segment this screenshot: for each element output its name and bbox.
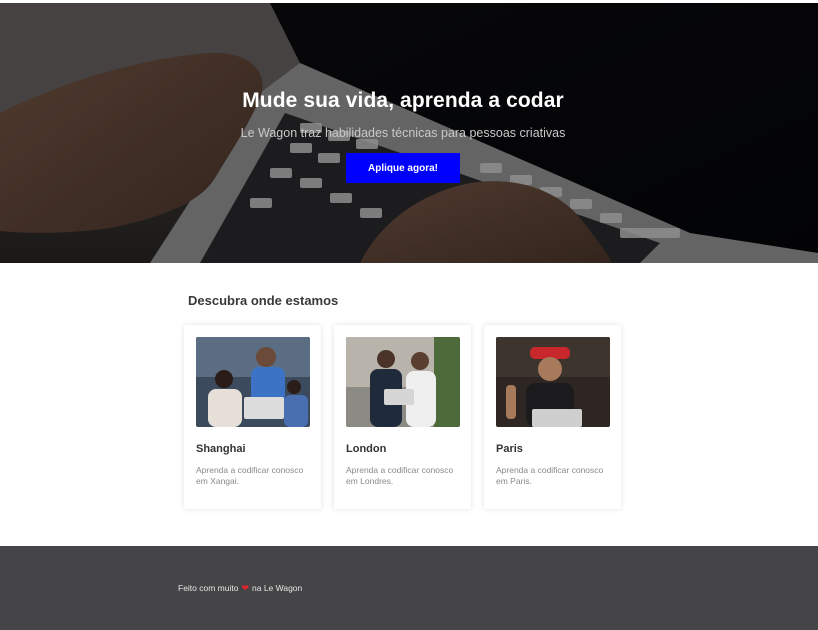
heart-icon: ❤ bbox=[241, 583, 250, 593]
apply-now-button[interactable]: Aplique agora! bbox=[346, 153, 460, 183]
location-card-shanghai[interactable]: Shanghai Aprenda a codificar conosco em … bbox=[184, 325, 321, 509]
footer-credit: Feito com muito ❤ na Le Wagon bbox=[178, 583, 302, 594]
card-description: Aprenda a codificar conosco em Xangai. bbox=[196, 465, 304, 486]
footer-prefix: Feito com muito bbox=[178, 583, 239, 593]
paris-photo bbox=[496, 337, 610, 427]
card-city: Paris bbox=[496, 443, 523, 455]
location-card-paris[interactable]: Paris Aprenda a codificar conosco em Par… bbox=[484, 325, 621, 509]
footer-le-wagon-link[interactable]: na Le Wagon bbox=[252, 583, 302, 593]
card-description: Aprenda a codificar conosco em Paris. bbox=[496, 465, 604, 486]
locations-heading: Descubra onde estamos bbox=[188, 293, 339, 308]
hero-banner: Mude sua vida, aprenda a codar Le Wagon … bbox=[0, 3, 818, 263]
footer: Feito com muito ❤ na Le Wagon bbox=[0, 546, 818, 630]
card-description: Aprenda a codificar conosco em Londres. bbox=[346, 465, 454, 486]
london-photo bbox=[346, 337, 460, 427]
location-card-london[interactable]: London Aprenda a codificar conosco em Lo… bbox=[334, 325, 471, 509]
shanghai-photo bbox=[196, 337, 310, 427]
hero-title: Mude sua vida, aprenda a codar bbox=[242, 89, 564, 112]
hero-subtitle: Le Wagon traz habilidades técnicas para … bbox=[240, 126, 566, 140]
card-city: London bbox=[346, 443, 387, 455]
card-city: Shanghai bbox=[196, 443, 246, 455]
